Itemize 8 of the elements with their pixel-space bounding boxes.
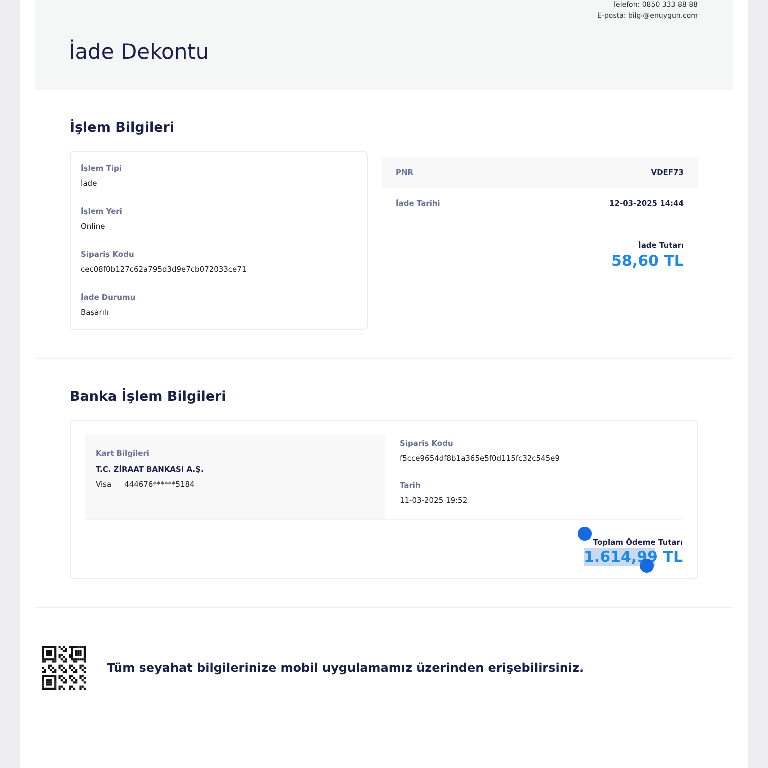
section-title: İşlem Bilgileri [70, 120, 176, 136]
refund-amount: 58,60 TL [612, 252, 684, 270]
page-title: İade Dekontu [69, 40, 210, 64]
section-title: Banka İşlem Bilgileri [70, 389, 228, 405]
selection-handle[interactable] [578, 527, 592, 541]
qr-code-icon [42, 646, 86, 690]
footer-message: Tüm seyahat bilgilerinize mobil uygulamamız üzerinden erişebilirsiniz. [107, 661, 584, 675]
payment-amount[interactable]: 1.614,99 TL [584, 548, 683, 566]
